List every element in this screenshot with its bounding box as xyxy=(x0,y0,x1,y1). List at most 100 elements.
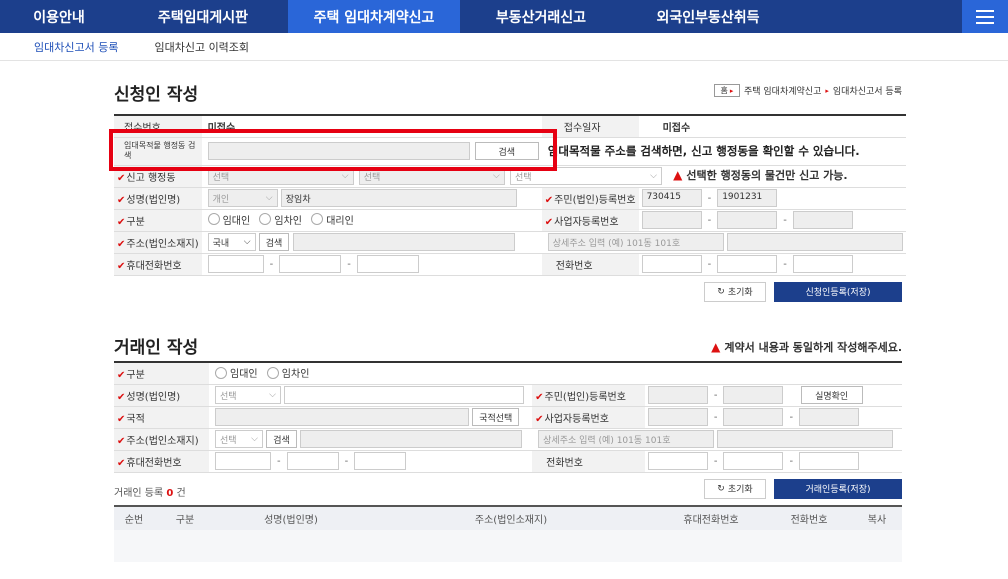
refresh-icon: ↻ xyxy=(717,286,725,297)
cp-phone-input-3[interactable] xyxy=(799,452,860,470)
biz-no-input-2[interactable] xyxy=(717,211,778,229)
breadcrumb: 홈 ▸ 주택 임대차계약신고 ▸ 임대차신고서 등록 xyxy=(713,84,902,97)
cp-rrn-label: ✔주민(법인)등록번호 xyxy=(532,384,645,407)
nav-rental-report[interactable]: 주택 임대차계약신고 xyxy=(288,0,460,33)
cp-nation-label: ✔국적 xyxy=(114,406,209,429)
verify-name-button[interactable]: 실명확인 xyxy=(800,386,863,404)
address-extra-input[interactable] xyxy=(726,233,903,251)
cp-address-detail-input[interactable]: 상세주소 입력 (예) 101동 101호 xyxy=(538,430,715,448)
counterparty-count: 거래인 등록 0 건 xyxy=(114,487,186,499)
cp-nation-input[interactable] xyxy=(215,408,469,426)
cp-address-extra-input[interactable] xyxy=(717,430,894,448)
dong-warning: ▲ 선택한 행정동의 물건만 신고 가능. xyxy=(673,168,848,182)
cp-address-label: ✔주소(법인소재지) xyxy=(114,428,209,451)
table-empty-row xyxy=(114,529,902,562)
cp-biz-input-1[interactable] xyxy=(647,408,708,426)
cp-mobile-input-3[interactable] xyxy=(354,452,407,470)
cp-mobile-input-2[interactable] xyxy=(286,452,339,470)
receipt-date-value: 미접수 xyxy=(638,115,906,138)
menu-icon[interactable] xyxy=(962,0,1008,33)
name-type-select[interactable]: 개인 ⌵ xyxy=(207,189,278,207)
mobile-input-2[interactable] xyxy=(279,255,342,273)
col-copy: 복사 xyxy=(852,504,902,530)
cp-name-input[interactable] xyxy=(284,386,525,404)
chevron-down-icon: ⌵ xyxy=(650,171,657,181)
chevron-down-icon: ⌵ xyxy=(265,193,273,203)
counterparty-submit-button[interactable]: 거래인등록(저장) xyxy=(774,478,902,499)
col-mobile: 휴대전화번호 xyxy=(656,504,766,530)
chevron-down-icon: ⌵ xyxy=(269,390,276,400)
nation-select-button[interactable]: 국적선택 xyxy=(472,408,520,426)
phone-input-1[interactable] xyxy=(641,255,702,273)
chevron-down-icon: ⌵ xyxy=(243,237,251,247)
cp-phone-input-2[interactable] xyxy=(723,452,784,470)
cp-address-search-button[interactable]: 검색 xyxy=(266,430,297,448)
counterparty-form: ✔구분 임대인 임차인 ✔성명(법인명) 선택 ⌵ ✔주민(법인)등록번호 - 실… xyxy=(114,361,902,473)
cp-phone-input-1[interactable] xyxy=(647,452,708,470)
cp-biz-label: ✔사업자등록번호 xyxy=(532,406,645,429)
nav-rental-board[interactable]: 주택임대게시판 xyxy=(118,0,288,33)
biz-no-input-1[interactable] xyxy=(641,211,702,229)
counterparty-reset-button[interactable]: ↻ 초기화 xyxy=(704,478,766,499)
applicant-section: 신청인 작성 홈 ▸ 주택 임대차계약신고 ▸ 임대차신고서 등록 접수번호 미접… xyxy=(114,80,906,302)
breadcrumb-path1: 주택 임대차계약신고 xyxy=(743,87,822,97)
cp-address-input[interactable] xyxy=(299,430,522,448)
applicant-submit-button[interactable]: 신청인등록(저장) xyxy=(774,281,902,302)
subnav-history[interactable]: 임대차신고 이력조회 xyxy=(154,39,249,55)
name-label: ✔성명(법인명) xyxy=(114,187,202,210)
counterparty-table: 순번 구분 성명(법인명) 주소(법인소재지) 휴대전화번호 전화번호 복사 xyxy=(114,504,902,562)
col-phone: 전화번호 xyxy=(766,504,852,530)
radio-lessee[interactable]: 임차인 xyxy=(259,212,302,227)
cp-mobile-input-1[interactable] xyxy=(215,452,271,470)
phone-label: 전화번호 xyxy=(541,253,639,276)
rrn-back-input[interactable]: 1901231 xyxy=(717,189,778,207)
cp-mobile-label: ✔휴대전화번호 xyxy=(114,450,209,473)
home-icon[interactable]: 홈 ▸ xyxy=(713,84,740,97)
col-seq: 순번 xyxy=(114,504,154,530)
cp-radio-lessor[interactable]: 임대인 xyxy=(215,365,258,380)
address-detail-input[interactable]: 상세주소 입력 (예) 101동 101호 xyxy=(547,233,724,251)
cp-biz-input-3[interactable] xyxy=(799,408,860,426)
cp-biz-input-2[interactable] xyxy=(723,408,784,426)
address-search-hint: 임대목적물 주소를 검색하면, 신고 행정동을 확인할 수 있습니다. xyxy=(541,137,906,166)
counterparty-section: 거래인 작성 ▲ 계약서 내용과 동일하게 작성해주세요. ✔구분 임대인 임차인… xyxy=(114,333,902,562)
address-search-btn[interactable]: 검색 xyxy=(258,233,290,251)
warning-icon: ▲ xyxy=(673,168,683,182)
chevron-right-icon: ▸ xyxy=(825,86,829,95)
chevron-down-icon: ⌵ xyxy=(251,434,258,444)
applicant-reset-button[interactable]: ↻ 초기화 xyxy=(704,281,766,302)
biz-no-input-3[interactable] xyxy=(792,211,853,229)
mobile-input-3[interactable] xyxy=(356,255,419,273)
phone-input-2[interactable] xyxy=(717,255,778,273)
cp-type-label: ✔구분 xyxy=(114,362,209,385)
col-type: 구분 xyxy=(154,504,216,530)
chevron-down-icon: ⌵ xyxy=(492,171,500,181)
cp-phone-label: 전화번호 xyxy=(532,450,645,473)
breadcrumb-path2: 임대차신고서 등록 xyxy=(832,87,902,97)
biz-no-label: ✔사업자등록번호 xyxy=(541,209,639,232)
highlight-box xyxy=(109,129,557,171)
cp-country-select[interactable]: 선택 ⌵ xyxy=(215,430,263,448)
cp-name-label: ✔성명(법인명) xyxy=(114,384,209,407)
rrn-front-input[interactable]: 730415 xyxy=(641,189,702,207)
address-label: ✔주소(법인소재지) xyxy=(114,231,202,254)
nav-foreigner-acquisition[interactable]: 외국인부동산취득 xyxy=(622,0,794,33)
cp-rrn-front-input[interactable] xyxy=(647,386,708,404)
phone-input-3[interactable] xyxy=(792,255,853,273)
top-navigation: 이용안내 주택임대게시판 주택 임대차계약신고 부동산거래신고 외국인부동산취득 xyxy=(0,0,1008,33)
name-input[interactable]: 장임차 xyxy=(280,189,517,207)
col-name: 성명(법인명) xyxy=(216,504,366,530)
cp-radio-lessee[interactable]: 임차인 xyxy=(266,365,309,380)
radio-agent[interactable]: 대리인 xyxy=(311,212,354,227)
sub-navigation: 임대차신고서 등록 임대차신고 이력조회 xyxy=(0,33,1008,61)
country-select[interactable]: 국내 ⌵ xyxy=(207,233,256,251)
nav-guide[interactable]: 이용안내 xyxy=(0,0,118,33)
address-input[interactable] xyxy=(292,233,515,251)
cp-name-type-select[interactable]: 선택 ⌵ xyxy=(215,386,281,404)
rrn-label: ✔주민(법인)등록번호 xyxy=(541,187,639,210)
nav-real-estate-report[interactable]: 부동산거래신고 xyxy=(460,0,622,33)
radio-lessor[interactable]: 임대인 xyxy=(207,212,250,227)
cp-rrn-back-input[interactable] xyxy=(723,386,784,404)
mobile-input-1[interactable] xyxy=(207,255,264,273)
subnav-register[interactable]: 임대차신고서 등록 xyxy=(34,39,118,55)
